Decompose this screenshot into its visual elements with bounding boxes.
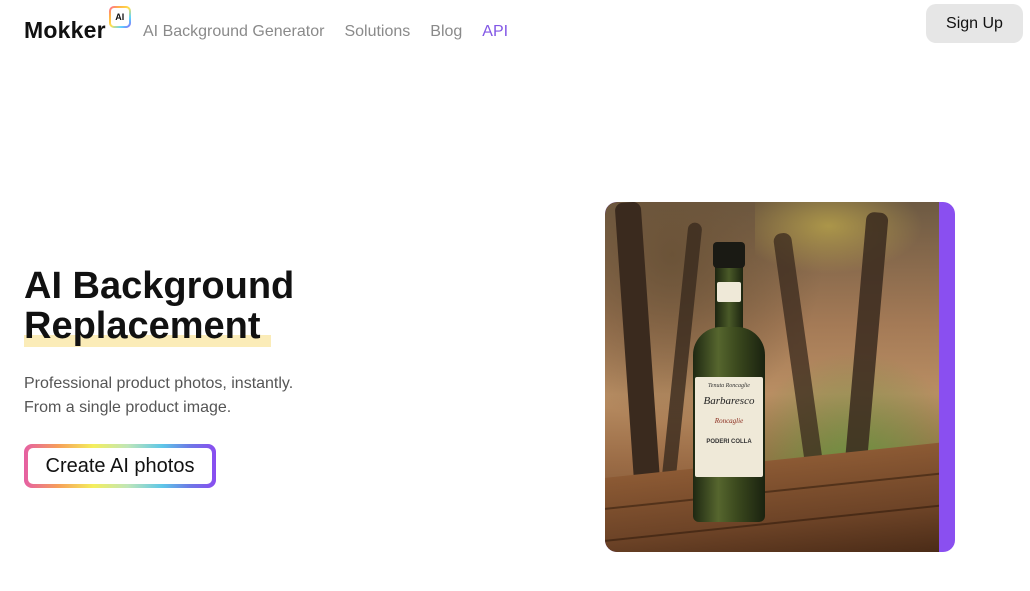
create-ai-photos-button[interactable]: Create AI photos <box>28 448 212 484</box>
nav-solutions[interactable]: Solutions <box>344 22 410 42</box>
tree-trunk <box>614 202 662 503</box>
hero-title: AI Background Replacement <box>24 266 294 346</box>
logo-badge-text: AI <box>110 8 129 26</box>
label-text-3: Roncaglie <box>714 417 744 425</box>
nav-blog[interactable]: Blog <box>430 22 462 42</box>
hero-image-frame: Tenuta Roncaglie Barbaresco Roncaglie PO… <box>605 202 955 552</box>
bottle-cap <box>713 242 745 268</box>
nav-ai-background-generator[interactable]: AI Background Generator <box>143 22 324 42</box>
label-text-4: PODERI COLLA <box>706 439 752 445</box>
hero-subtitle: Professional product photos, instantly. … <box>24 372 293 420</box>
wine-bottle: Tenuta Roncaglie Barbaresco Roncaglie PO… <box>693 242 765 522</box>
hero-subtitle-line-2: From a single product image. <box>24 399 232 416</box>
label-text-2: Barbaresco <box>703 395 755 407</box>
nav-api[interactable]: API <box>482 22 508 42</box>
neck-label <box>717 282 741 302</box>
hero-product-photo: Tenuta Roncaglie Barbaresco Roncaglie PO… <box>605 202 939 552</box>
label-text-1: Tenuta Roncaglie <box>708 383 750 389</box>
hero-title-line-2: Replacement <box>24 305 261 347</box>
main-nav: AI Background Generator Solutions Blog A… <box>143 22 508 42</box>
logo-text: Mokker <box>24 17 106 43</box>
bottle-label: Tenuta Roncaglie Barbaresco Roncaglie PO… <box>695 377 763 477</box>
logo[interactable]: Mokker AI <box>24 6 131 44</box>
hero-subtitle-line-1: Professional product photos, instantly. <box>24 375 294 392</box>
ai-badge-icon: AI <box>108 6 131 28</box>
hero-title-line-1: AI Background <box>24 265 295 307</box>
cta-gradient-border: Create AI photos <box>24 444 216 488</box>
sign-up-button[interactable]: Sign Up <box>926 4 1023 43</box>
